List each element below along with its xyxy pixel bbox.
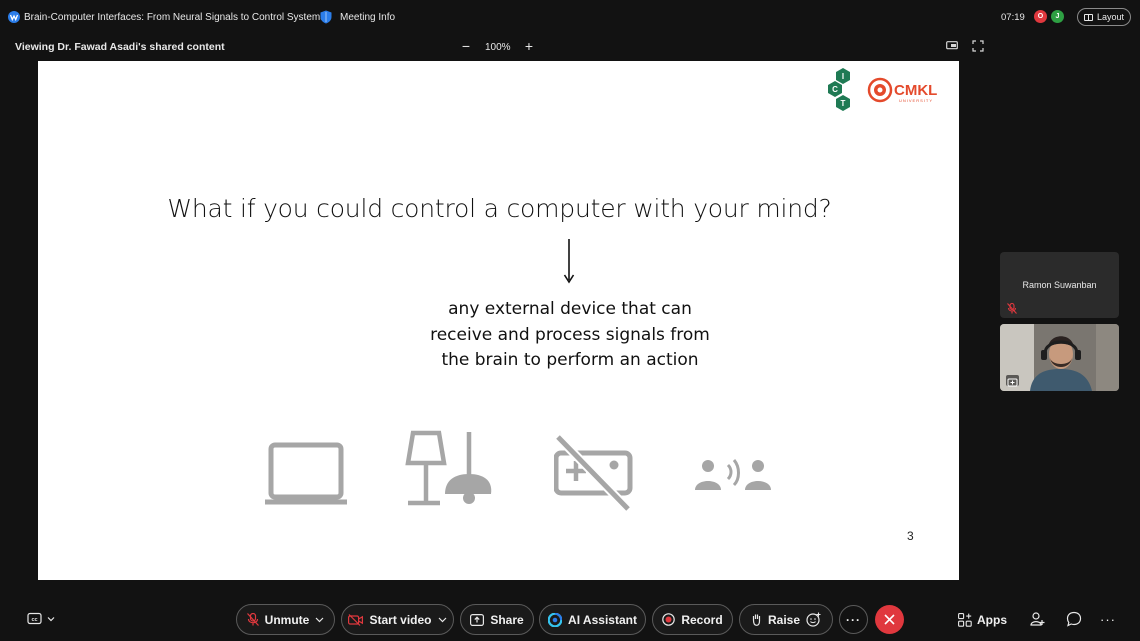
cmkl-university-logo: CMKL UNIVERSITY [867,77,937,103]
shared-slide: I C T CMKL UNIVERSITY What if you could … [38,61,959,580]
hand-icon [752,614,761,626]
video-off-icon [348,613,364,626]
svg-text:I: I [842,72,844,81]
share-label: Share [490,612,524,627]
layout-button[interactable]: Layout [1077,8,1131,26]
svg-text:T: T [841,99,846,108]
status-indicator-red[interactable]: O [1034,10,1047,23]
share-button[interactable]: Share [460,604,534,635]
leave-meeting-button[interactable] [875,605,904,634]
zoom-level: 100% [485,42,511,53]
ai-assistant-icon [548,612,563,627]
raise-hand-button[interactable]: Raise [739,604,833,635]
speech-people-icon [695,459,771,490]
participant-name: Ramon Suwanban [1022,280,1097,290]
svg-text:CMKL: CMKL [894,82,937,99]
share-screen-icon [470,613,485,626]
meeting-info-link[interactable]: Meeting Info [340,12,395,23]
shield-icon[interactable] [320,10,332,24]
zoom-out-button[interactable]: − [460,38,472,54]
ai-assistant-button[interactable]: AI Assistant [539,604,646,635]
unmute-label: Unmute [264,612,310,627]
raise-label: Raise [767,612,801,627]
lamp-icon [405,430,492,506]
start-video-label: Start video [369,612,432,627]
svg-text:cc: cc [31,617,37,623]
more-options-button[interactable]: ··· [839,605,868,634]
slide-page-number: 3 [907,529,914,543]
chevron-down-icon[interactable] [315,617,324,623]
unmute-button[interactable]: Unmute [236,604,335,635]
record-icon [662,613,676,626]
screen-share-badge-icon [1006,375,1019,387]
slide-question: What if you could control a computer wit… [167,194,832,223]
record-button[interactable]: Record [652,604,733,635]
participant-video-tile[interactable] [1000,324,1119,391]
gaming-disabled-icon [554,435,633,511]
record-label: Record [681,612,723,627]
svg-text:UNIVERSITY: UNIVERSITY [899,98,933,103]
shared-content-label: Viewing Dr. Fawad Asadi's shared content [15,41,225,53]
close-icon [884,614,895,625]
captions-menu-button[interactable]: cc [27,612,57,626]
apps-label: Apps [977,613,1007,627]
apps-grid-icon [958,613,972,627]
popout-icon[interactable] [946,41,958,51]
fullscreen-icon[interactable] [972,40,984,52]
layout-icon [1083,13,1093,21]
slide-description-line: the brain to perform an action [441,350,699,370]
slide-description-line: any external device that can [448,299,692,319]
layout-label: Layout [1096,12,1125,22]
muted-mic-icon [246,613,259,626]
start-video-button[interactable]: Start video [341,604,454,635]
laptop-icon [265,442,347,505]
chat-icon[interactable] [1066,611,1082,627]
slide-description: any external device that can receive and… [410,297,730,374]
ict-logo: I C T [828,68,850,111]
reactions-emoji-icon[interactable] [806,612,821,627]
muted-mic-icon [1007,303,1017,314]
title-bar: Brain-Computer Interfaces: From Neural S… [0,0,1140,34]
chevron-down-icon[interactable] [438,617,447,623]
meeting-title: Brain-Computer Interfaces: From Neural S… [24,12,326,23]
more-panels-button[interactable]: ··· [1100,612,1116,627]
participant-tile[interactable]: Ramon Suwanban [1000,252,1119,318]
participants-icon[interactable] [1030,611,1046,627]
status-indicator-green[interactable]: J [1051,10,1064,23]
svg-text:C: C [832,85,838,94]
apps-button[interactable]: Apps [958,610,1007,630]
meeting-clock: 07:19 [1001,12,1025,23]
down-arrow-icon [563,239,575,284]
zoom-in-button[interactable]: + [523,38,535,54]
ai-assistant-label: AI Assistant [568,612,637,627]
slide-description-line: receive and process signals from [430,324,710,345]
webex-app-icon [8,11,20,23]
